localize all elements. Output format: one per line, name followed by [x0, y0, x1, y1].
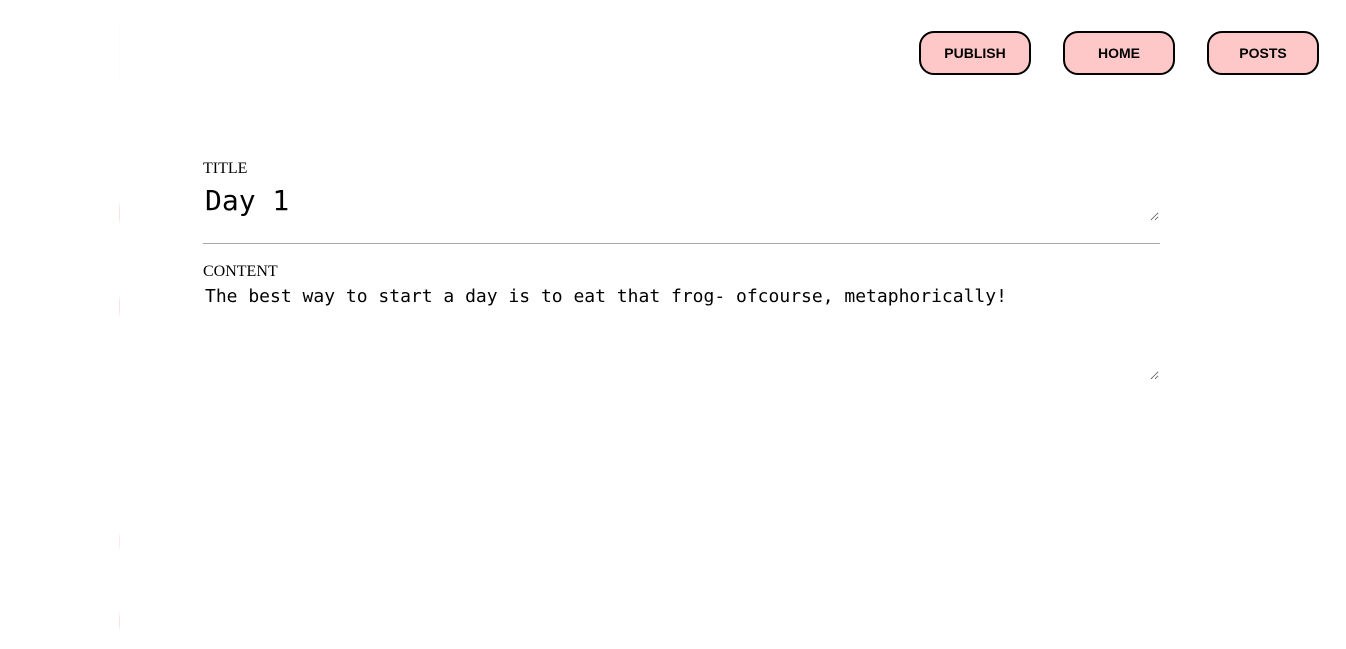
brand-logo: SQUIGGLE — [0, 0, 120, 649]
title-field[interactable]: Day 1 — [203, 184, 1159, 221]
posts-button[interactable]: POSTS — [1207, 31, 1319, 75]
title-label: TITLE — [203, 160, 248, 177]
publish-button[interactable]: PUBLISH — [919, 31, 1031, 75]
home-button[interactable]: HOME — [1063, 31, 1175, 75]
brand-logo-text: SQUIGGLE — [96, 1, 120, 649]
divider — [203, 243, 1160, 244]
content-label: CONTENT — [203, 263, 278, 280]
content-field[interactable]: The best way to start a day is to eat th… — [203, 285, 1159, 380]
